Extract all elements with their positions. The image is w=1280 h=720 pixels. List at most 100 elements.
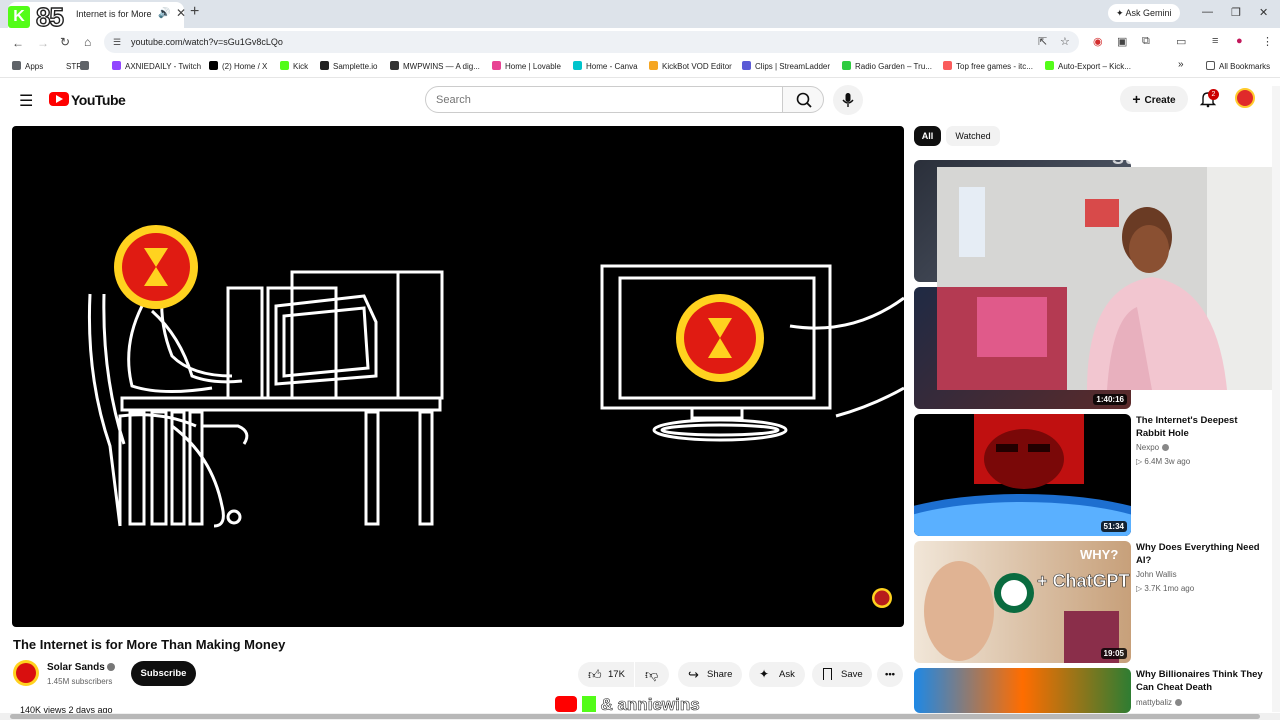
site-info-icon[interactable]: ☰ [113,37,121,48]
bookmark-favicon-icon [1045,61,1054,70]
create-label: Create [1144,95,1176,106]
bookmark-item[interactable]: Kick [280,61,308,71]
ask-button[interactable]: ✦ Ask [749,662,805,687]
search-icon [796,92,812,108]
tab-search-icon[interactable]: ≡ [1212,35,1218,47]
hamburger-menu-icon[interactable]: ☰ [19,91,33,111]
new-tab-button[interactable]: + [190,3,199,21]
install-icon[interactable]: ⇱ [1038,35,1047,48]
recommendation-thumbnail[interactable]: 51:34 [914,414,1131,536]
home-icon[interactable]: ⌂ [84,35,91,49]
bookmark-item[interactable]: Radio Garden – Tru... [842,61,932,71]
recommendation-meta: ▷ 3.7K 1mo ago [1136,584,1195,593]
url-text[interactable]: youtube.com/watch?v=sGu1Gv8cLQo [131,37,283,47]
reload-icon[interactable]: ↻ [60,35,70,49]
maximize-icon[interactable]: ❐ [1231,6,1241,19]
bookmark-item[interactable]: Samplette.io [320,61,377,71]
recommendation-channel[interactable]: mattybaliz [1136,698,1183,707]
bookmark-item[interactable]: Auto-Export – Kick... [1045,61,1131,71]
all-bookmarks[interactable]: All Bookmarks [1206,61,1270,71]
bookmark-label: Apps [25,62,44,71]
recommendation-title[interactable]: Why Billionaires Think They Can Cheat De… [1136,668,1266,694]
recommendation-channel[interactable]: Nexpo [1136,443,1170,452]
duration-badge: 19:05 [1100,648,1127,659]
voice-search-button[interactable] [833,85,863,115]
dislike-button[interactable]: 👎︎ [635,662,669,687]
share-arrow-icon: ↪ [688,667,699,682]
bookmark-label: (2) Home / X [222,62,268,71]
more-bookmarks-icon[interactable]: » [1178,59,1184,70]
puzzle-icon[interactable]: ⧉ [1142,35,1150,48]
more-actions-button[interactable]: ••• [877,662,903,687]
youtube-logo-text: YouTube [71,92,126,108]
channel-name[interactable]: Solar Sands [47,662,105,673]
bookmark-item[interactable]: Clips | StreamLadder [742,61,830,71]
minimize-icon[interactable]: — [1202,6,1213,18]
recommendation-title[interactable]: Why Does Everything Need AI? [1136,541,1266,567]
avatar[interactable] [1235,88,1255,108]
bookmark-label: Kick [293,62,309,71]
bookmark-item[interactable]: Home - Canva [573,61,638,71]
reading-list-icon[interactable]: ▭ [1176,35,1186,48]
video-player[interactable] [12,126,904,627]
bookmark-item[interactable]: Home | Lovable [492,61,561,71]
extension-icon[interactable]: ▣ [1117,35,1127,48]
bookmark-favicon-icon [943,61,952,70]
share-label: Share [707,669,733,680]
video-frame-illustration [87,225,904,608]
recommendation-title[interactable]: The Internet's Deepest Rabbit Hole [1136,414,1266,440]
bookmark-favicon-icon [573,61,582,70]
like-count: 17K [608,669,625,680]
bookmark-label: Top free games - itc... [956,62,1033,71]
bookmark-item[interactable]: Apps [12,61,43,71]
sparkle-icon: ✦ [759,667,770,681]
bookmark-item[interactable]: Top free games - itc... [943,61,1033,71]
menu-icon[interactable]: ⋮ [1262,35,1273,48]
scrollbar-thumb[interactable] [10,714,1260,719]
forward-icon[interactable]: → [37,36,49,50]
profile-icon[interactable]: ● [1236,35,1243,47]
bookmark-label: MWPWINS — A dig... [403,62,480,71]
tab-title: Internet is for More [76,9,152,19]
ask-gemini-label: Ask Gemini [1125,8,1172,18]
close-icon[interactable]: ✕ [176,6,186,20]
ask-gemini-button[interactable]: ✦ Ask Gemini [1108,4,1180,22]
recommendation-channel-name: mattybaliz [1136,698,1173,707]
record-extension-icon[interactable]: ◉ [1093,35,1103,48]
bookmark-favicon-icon [649,61,658,70]
bookmark-item[interactable]: STR [53,61,82,71]
window-close-icon[interactable]: ✕ [1259,6,1268,19]
bookmark-favicon-icon [492,61,501,70]
vertical-scrollbar[interactable] [1272,86,1280,712]
share-button[interactable]: ↪ Share [678,662,742,687]
recommendation-channel[interactable]: John Wallis [1136,570,1177,579]
bookmark-item[interactable]: KickBot VOD Editor [649,61,732,71]
search-input[interactable] [425,86,783,113]
save-button[interactable]: Save [812,662,872,687]
bookmark-label: Clips | StreamLadder [755,62,830,71]
stream-tag-text: & anniewins [600,695,700,715]
bookmark-favicon-icon [390,61,399,70]
verified-badge-icon [107,663,115,671]
recommendation-thumbnail[interactable] [914,668,1131,713]
back-icon[interactable]: ← [12,36,24,50]
search-button[interactable] [782,86,824,113]
subscribe-button[interactable]: Subscribe [131,661,196,686]
create-button[interactable]: + Create [1120,86,1188,112]
like-button[interactable]: 👍︎ 17K [578,662,634,687]
bookmark-item[interactable] [80,61,93,71]
star-icon[interactable]: ☆ [1060,35,1070,48]
plus-icon: + [1132,91,1145,107]
bookmark-item[interactable]: MWPWINS — A dig... [390,61,480,71]
chip-all[interactable]: All [914,126,941,146]
verified-badge-icon [1162,444,1170,451]
speaker-icon[interactable]: 🔊 [158,8,170,19]
browser-tab-active[interactable]: Internet is for More 🔊 ✕ [8,2,186,28]
bookmark-label: Radio Garden – Tru... [855,62,932,71]
chip-watched[interactable]: Watched [946,126,1000,146]
bookmark-item[interactable]: (2) Home / X [209,61,267,71]
recommendation-thumbnail[interactable]: WHY? + ChatGPT 19:05 [914,541,1131,663]
bookmark-item[interactable]: AXNIEDAILY - Twitch [112,61,201,71]
bookmark-favicon-icon [280,61,289,70]
bookmark-label: KickBot VOD Editor [662,62,732,71]
